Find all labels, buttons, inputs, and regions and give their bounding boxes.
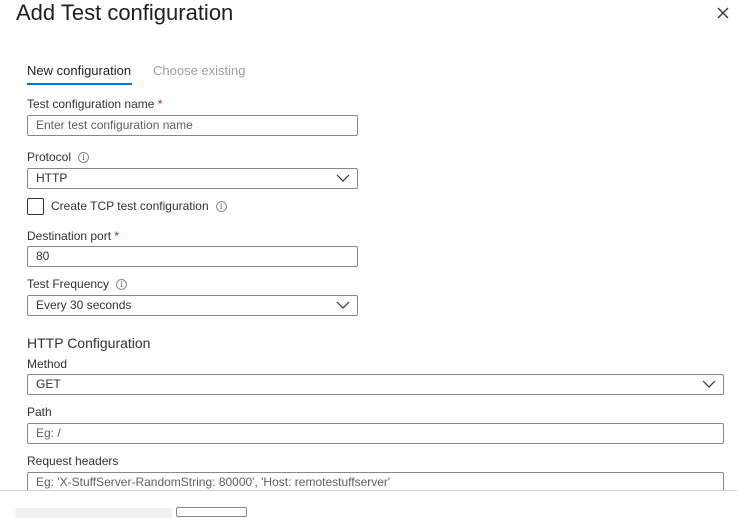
protocol-label: Protocol i <box>27 150 90 164</box>
name-label: Test configuration name * <box>27 97 162 111</box>
chevron-down-icon <box>336 174 350 182</box>
tcp-checkbox-label-text: Create TCP test configuration <box>51 199 209 213</box>
test-configuration-name-input[interactable]: Enter test configuration name <box>27 115 358 136</box>
method-value: GET <box>36 377 61 391</box>
port-label: Destination port * <box>27 229 119 243</box>
protocol-label-text: Protocol <box>27 150 72 164</box>
frequency-label: Test Frequency i <box>27 277 128 291</box>
info-icon[interactable]: i <box>116 279 128 290</box>
chevron-down-icon <box>336 301 350 309</box>
dialog-title: Add Test configuration <box>16 0 234 25</box>
method-label: Method <box>27 357 68 371</box>
name-label-text: Test configuration name <box>27 97 155 111</box>
primary-footer-button[interactable] <box>15 508 172 518</box>
info-icon[interactable]: i <box>215 201 227 212</box>
tab-choose-existing[interactable]: Choose existing <box>153 63 246 78</box>
request-headers-input[interactable]: Eg: 'X-StuffServer-RandomString: 80000',… <box>27 472 724 491</box>
path-input[interactable]: Eg: / <box>27 423 724 444</box>
required-mark: * <box>114 229 120 243</box>
close-icon[interactable] <box>714 4 732 22</box>
http-configuration-heading: HTTP Configuration <box>27 335 151 351</box>
protocol-select[interactable]: HTTP <box>27 168 358 189</box>
tab-new-configuration[interactable]: New configuration <box>27 63 131 78</box>
request-headers-label: Request headers <box>27 454 119 468</box>
chevron-down-icon <box>702 380 716 388</box>
frequency-value: Every 30 seconds <box>36 298 132 312</box>
destination-port-input[interactable]: 80 <box>27 246 358 267</box>
footer-divider <box>0 490 737 491</box>
info-icon[interactable]: i <box>78 152 90 163</box>
create-tcp-checkbox[interactable] <box>27 198 44 215</box>
frequency-label-text: Test Frequency <box>27 277 110 291</box>
required-mark: * <box>157 97 163 111</box>
method-select[interactable]: GET <box>27 374 724 395</box>
path-label: Path <box>27 405 52 419</box>
tcp-checkbox-label: Create TCP test configuration i <box>51 199 227 213</box>
active-tab-indicator <box>27 83 132 85</box>
secondary-footer-button[interactable] <box>176 507 247 517</box>
port-label-text: Destination port <box>27 229 112 243</box>
test-frequency-select[interactable]: Every 30 seconds <box>27 295 358 316</box>
protocol-value: HTTP <box>36 171 68 185</box>
